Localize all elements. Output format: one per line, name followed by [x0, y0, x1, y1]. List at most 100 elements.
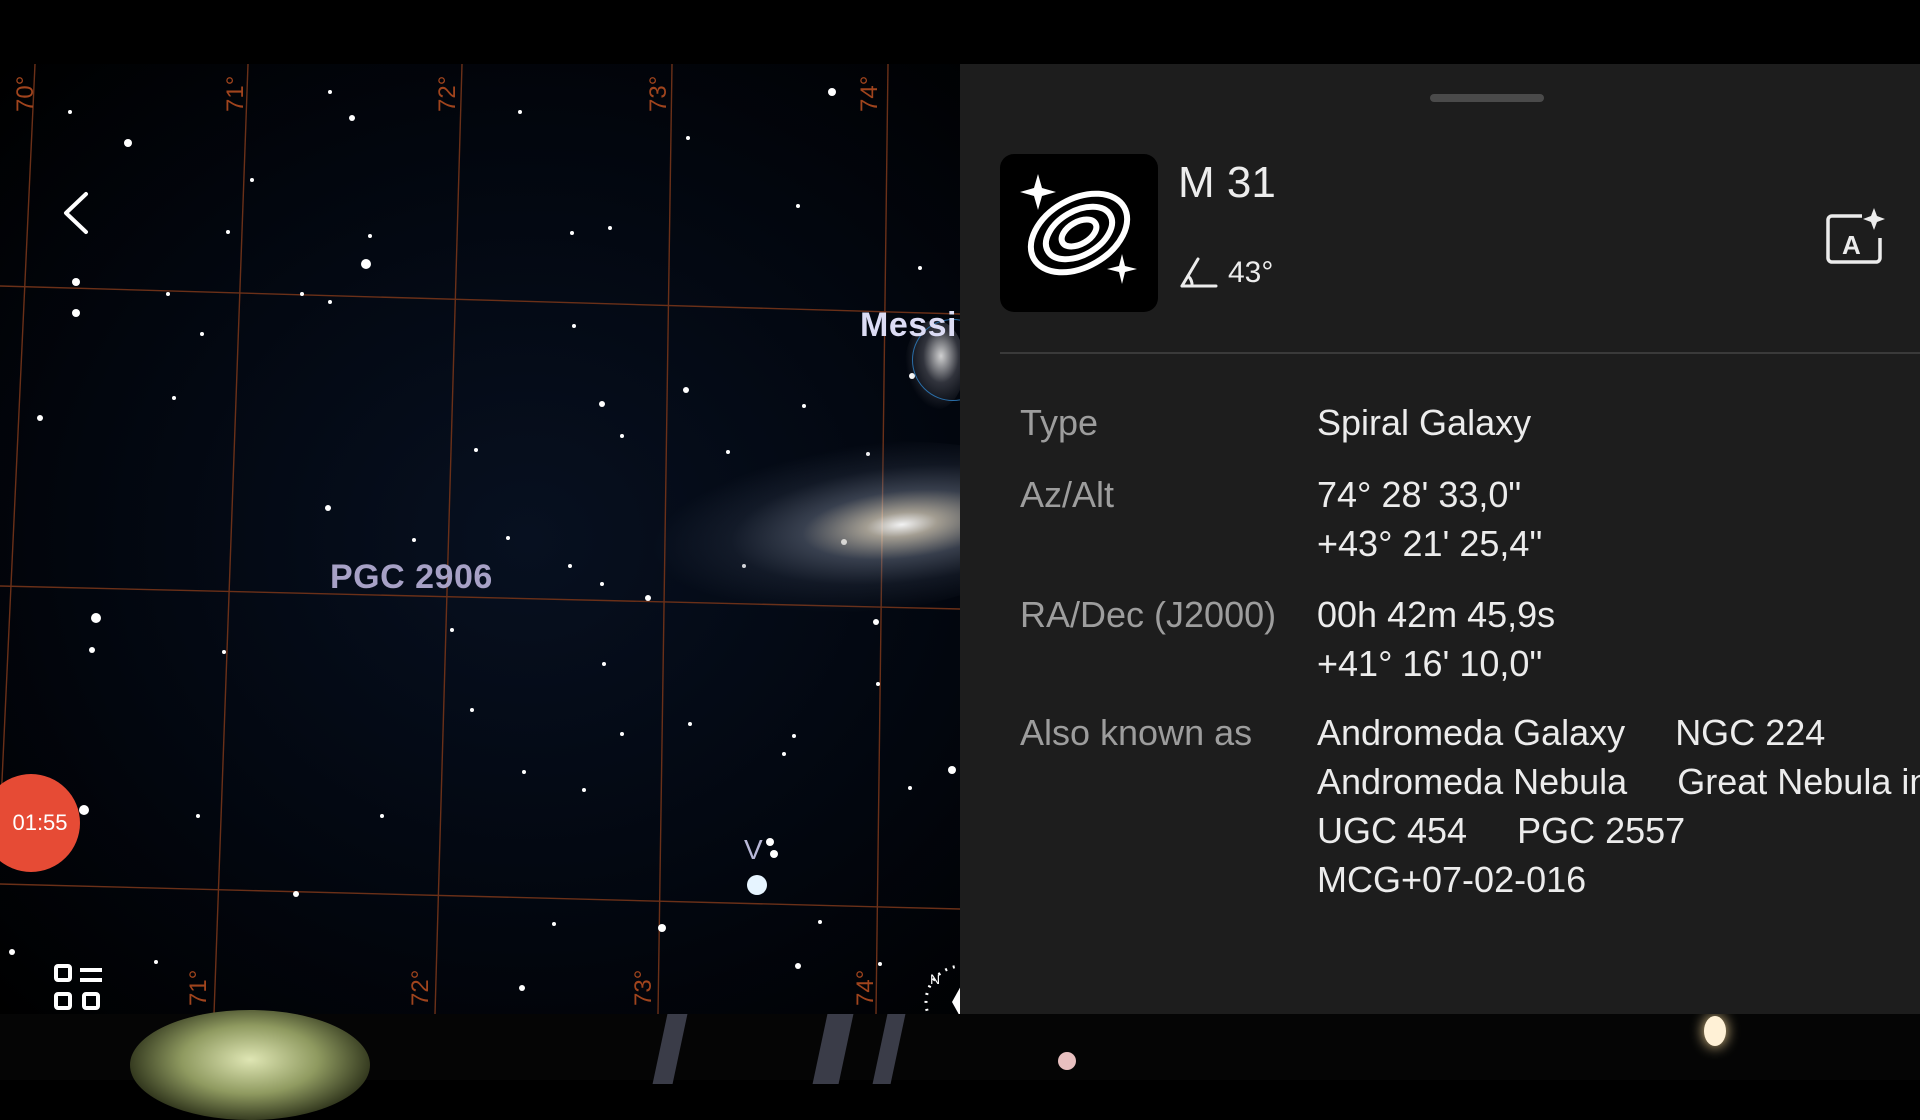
star: [300, 292, 304, 296]
star: [89, 647, 95, 653]
star: [918, 266, 922, 270]
star: [620, 434, 624, 438]
aka-item: UGC 454: [1317, 810, 1468, 851]
star: [37, 415, 43, 421]
aka-item: MCG+07-02-016: [1317, 859, 1587, 900]
grid-label-top-3: 73°: [645, 75, 672, 112]
object-title: M 31: [1178, 158, 1276, 207]
star: [506, 536, 510, 540]
star: [196, 814, 200, 818]
star: [568, 564, 572, 568]
star: [412, 538, 416, 542]
type-label: Type: [1020, 402, 1099, 443]
star: [450, 628, 454, 632]
star: [602, 662, 606, 666]
planet-marker: [747, 875, 767, 895]
star: [600, 582, 604, 586]
grid-label-bottom-0: 71°: [185, 969, 212, 1006]
grid-label-bottom-1: 72°: [407, 969, 434, 1006]
grid-label-bottom-2: 73°: [630, 969, 657, 1006]
grid-label-bottom-3: 74°: [852, 969, 879, 1006]
grid-label-top-0: 70°: [12, 75, 39, 112]
star: [802, 404, 806, 408]
star: [222, 650, 226, 654]
star: [876, 682, 880, 686]
dec-value: +41° 16' 10,0": [1317, 643, 1543, 684]
star: [518, 110, 522, 114]
star: [582, 788, 586, 792]
aka-item: Andromeda Nebula: [1317, 761, 1628, 802]
star: [683, 387, 689, 393]
ra-value: 00h 42m 45,9s: [1317, 594, 1556, 635]
star: [68, 110, 72, 114]
drag-handle[interactable]: [1430, 94, 1544, 102]
tree-foliage: [130, 1010, 370, 1120]
star: [166, 292, 170, 296]
planet-label[interactable]: V: [744, 834, 763, 866]
star: [361, 259, 371, 269]
grid-menu-button[interactable]: [52, 962, 108, 1014]
star: [818, 920, 822, 924]
star: [726, 450, 730, 454]
svg-text:A: A: [1842, 230, 1861, 260]
ra-dec-label: RA/Dec (J2000): [1020, 594, 1277, 635]
object-details-panel: M 31 43° A Type Spiral Galaxy Az/Alt 74°…: [960, 64, 1920, 1014]
star: [328, 300, 332, 304]
star: [154, 960, 158, 964]
az-value: 74° 28' 33,0": [1317, 474, 1522, 515]
back-button[interactable]: [58, 188, 98, 238]
pgc-2906-label[interactable]: PGC 2906: [330, 558, 493, 597]
altitude-value: 43°: [1228, 256, 1274, 289]
star: [796, 204, 800, 208]
star: [766, 838, 774, 846]
star: [552, 922, 556, 926]
star: [908, 786, 912, 790]
grid-menu-icon: [54, 964, 102, 1010]
compass[interactable]: N W: [918, 952, 960, 1014]
aka-item: Great Nebula in Andromeda: [1677, 761, 1920, 802]
star: [474, 448, 478, 452]
compass-n: N: [930, 971, 940, 987]
aka-item: Andromeda Galaxy: [1317, 712, 1626, 753]
star: [688, 722, 692, 726]
star: [380, 814, 384, 818]
star: [172, 396, 176, 400]
divider: [1000, 352, 1920, 354]
star: [572, 324, 576, 328]
star: [570, 231, 574, 235]
spiral-galaxy-icon: [1020, 174, 1137, 284]
compass-icon: N W: [924, 964, 960, 1014]
star: [124, 139, 132, 147]
az-alt-label: Az/Alt: [1020, 474, 1115, 515]
light: [1704, 1016, 1726, 1046]
star: [519, 985, 525, 991]
alt-value: +43° 21' 25,4": [1317, 523, 1543, 564]
object-thumbnail: [1000, 154, 1158, 312]
star: [9, 949, 15, 955]
star: [72, 278, 80, 286]
aka-item: PGC 2557: [1517, 810, 1686, 851]
star: [770, 850, 778, 858]
angle-icon: [1180, 257, 1218, 288]
ai-describe-button[interactable]: A: [1822, 204, 1888, 270]
star: [349, 115, 355, 121]
star: [325, 505, 331, 511]
star: [470, 708, 474, 712]
type-value: Spiral Galaxy: [1317, 402, 1532, 443]
light: [1058, 1052, 1076, 1070]
ai-text-sparkle-icon: A: [1826, 208, 1885, 264]
star: [368, 234, 372, 238]
star: [828, 88, 836, 96]
top-black-bar: [0, 0, 1920, 64]
star: [226, 230, 230, 234]
messier-label[interactable]: Messi: [860, 306, 957, 345]
star: [620, 732, 624, 736]
star: [792, 734, 796, 738]
star: [79, 805, 89, 815]
aka-item: NGC 224: [1675, 712, 1826, 753]
star: [795, 963, 801, 969]
grid-label-top-4: 74°: [856, 75, 883, 112]
star: [608, 226, 612, 230]
star: [658, 924, 666, 932]
sky-map[interactable]: 70° 71° 72° 73° 74° 71° 72° 73° 74° Mess…: [0, 64, 960, 1014]
